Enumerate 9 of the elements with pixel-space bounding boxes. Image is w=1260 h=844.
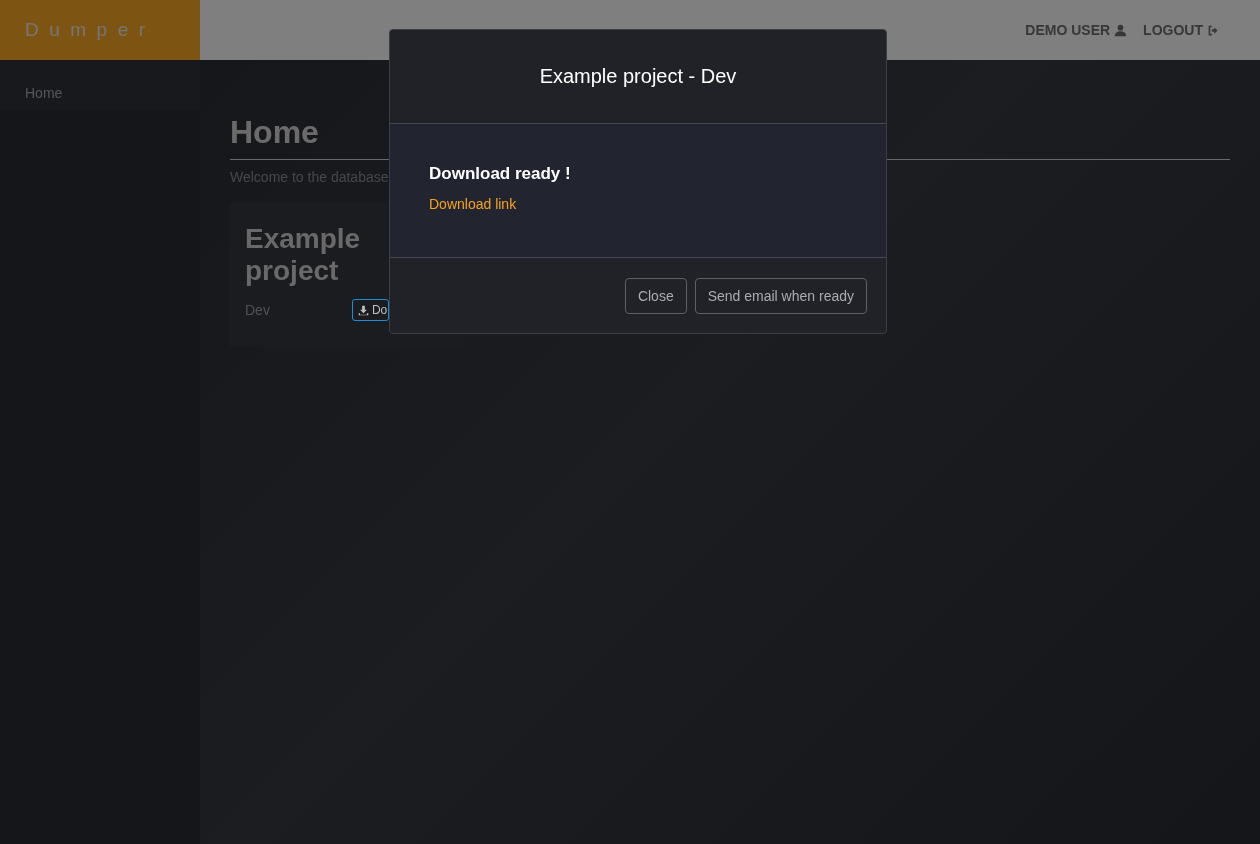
modal-title: Example project - Dev [539, 65, 737, 88]
sign-out-icon [1207, 23, 1220, 37]
send-email-button[interactable]: Send email when ready [694, 278, 867, 314]
download-link[interactable]: Download link [429, 196, 517, 212]
project-title: Example project [245, 223, 362, 287]
close-button[interactable]: Close [624, 278, 687, 314]
download-icon [357, 304, 369, 316]
user-icon [1114, 23, 1128, 37]
download-heading: Download ready ! [429, 164, 572, 184]
